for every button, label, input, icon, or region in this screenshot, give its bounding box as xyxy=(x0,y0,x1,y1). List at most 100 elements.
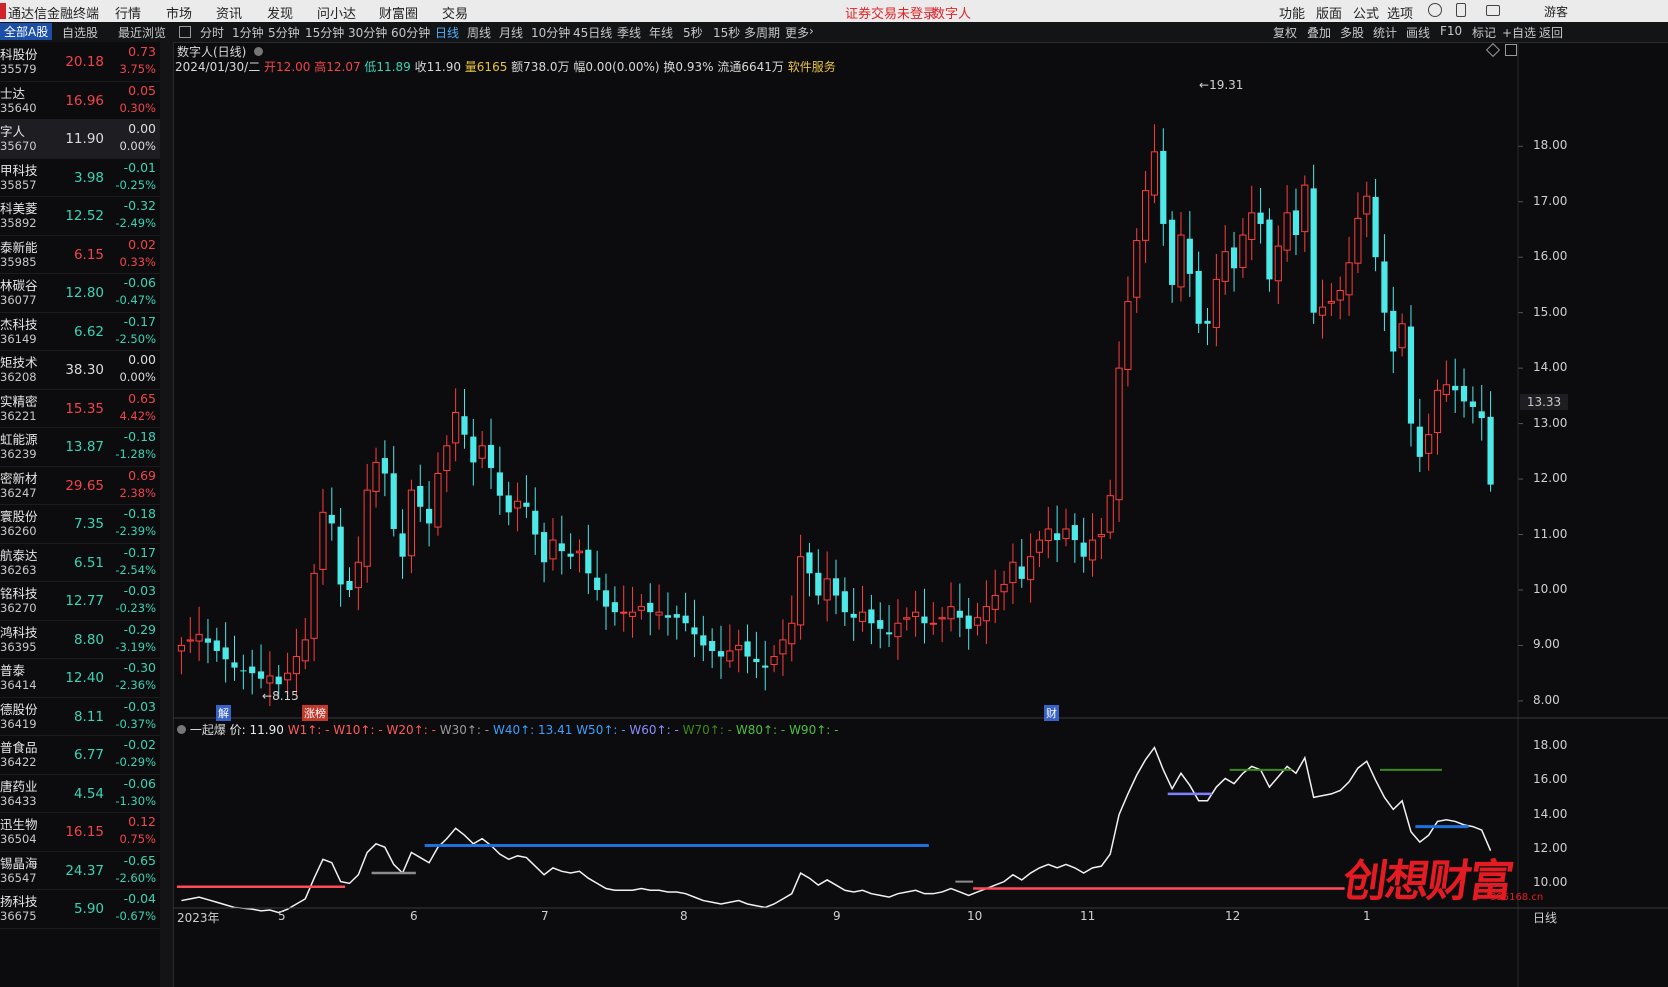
btn-overlay[interactable]: 叠加 xyxy=(1307,24,1331,41)
candle-body xyxy=(319,511,327,570)
menu-item-wealth[interactable]: 财富圈 xyxy=(379,3,418,22)
candle-body xyxy=(1248,212,1256,240)
candle-body xyxy=(973,617,982,626)
watchlist-row[interactable]: 甲科技 35857 3.98 -0.01 -0.25% xyxy=(0,158,160,197)
stock-code: 36504 xyxy=(0,832,37,846)
watchlist-row[interactable]: 杰科技 36149 6.62 -0.17 -2.50% xyxy=(0,312,160,351)
candle-body xyxy=(841,591,848,613)
indicator-name[interactable]: 一起爆 xyxy=(190,723,226,737)
watchlist-row[interactable]: 泰新能 35985 6.15 0.02 0.33% xyxy=(0,235,160,274)
menu-item-trade[interactable]: 交易 xyxy=(442,3,468,22)
watchlist-row[interactable]: 扬科技 36675 5.90 -0.04 -0.67% xyxy=(0,889,160,929)
menu-options[interactable]: 选项 xyxy=(1387,3,1413,22)
watchlist-row[interactable]: 密新材 36247 29.65 0.69 2.38% xyxy=(0,466,160,505)
menu-item-ask[interactable]: 问小达 xyxy=(317,3,356,22)
btn-adjust[interactable]: 复权 xyxy=(1273,24,1297,41)
watchlist-row[interactable]: 唐药业 36433 4.54 -0.06 -1.30% xyxy=(0,774,160,813)
watchlist-row[interactable]: 铭科技 36270 12.77 -0.03 -0.23% xyxy=(0,581,160,621)
candle-body xyxy=(664,615,672,618)
watchlist-row[interactable]: 鸿科技 36395 8.80 -0.29 -3.19% xyxy=(0,620,160,659)
period-5sec[interactable]: 5秒 xyxy=(683,24,703,41)
menu-item-discover[interactable]: 发现 xyxy=(267,3,293,22)
stock-code: 35640 xyxy=(0,100,37,115)
candle-body xyxy=(788,622,796,645)
sidebar-toggle-icon[interactable] xyxy=(179,26,191,38)
period-quarter[interactable]: 季线 xyxy=(617,24,641,41)
indicator-w40: W40↑: 13.41 xyxy=(492,723,573,737)
stock-code: 35892 xyxy=(0,216,37,230)
watchlist-row[interactable]: 虹能源 36239 13.87 -0.18 -1.28% xyxy=(0,427,160,467)
period-daily[interactable]: 日线 xyxy=(435,24,459,41)
mail-icon[interactable] xyxy=(1486,5,1500,16)
btn-stats[interactable]: 统计 xyxy=(1373,24,1397,41)
tab-watchlist[interactable]: 自选股 xyxy=(62,24,98,41)
menu-formula[interactable]: 公式 xyxy=(1353,3,1379,22)
period-45day[interactable]: 45日线 xyxy=(573,24,612,41)
period-15sec[interactable]: 15秒 xyxy=(713,24,740,41)
watchlist-row[interactable]: 林碳谷 36077 12.80 -0.06 -0.47% xyxy=(0,273,160,313)
tab-all-a-shares[interactable]: 全部A股 xyxy=(0,23,53,40)
watchlist-scrollbar[interactable] xyxy=(160,42,173,987)
watchlist-row[interactable]: 科美菱 35892 12.52 -0.32 -2.49% xyxy=(0,196,160,236)
period-multi[interactable]: 多周期 xyxy=(744,24,780,41)
menu-function[interactable]: 功能 xyxy=(1279,3,1305,22)
sub-y-tick-label: 12.00 xyxy=(1533,840,1568,855)
watchlist-row[interactable]: 普泰 36414 12.40 -0.30 -2.36% xyxy=(0,658,160,698)
btn-draw[interactable]: 画线 xyxy=(1406,24,1430,41)
marker-top-gainer[interactable]: 涨榜 xyxy=(302,705,328,721)
chevron-right-icon[interactable]: › xyxy=(809,24,814,38)
candle-body xyxy=(1372,196,1379,258)
watchlist-row[interactable]: 寰股份 36260 7.35 -0.18 -2.39% xyxy=(0,504,160,544)
period-more[interactable]: 更多 xyxy=(785,24,809,41)
candle-body xyxy=(991,595,999,610)
period-1min[interactable]: 1分钟 xyxy=(232,24,264,41)
watchlist-row[interactable]: 实精密 36221 15.35 0.65 4.42% xyxy=(0,389,160,428)
guest-label[interactable]: 游客 xyxy=(1544,3,1568,20)
btn-f10[interactable]: F10 xyxy=(1440,24,1462,38)
stock-change-pct: -2.60% xyxy=(115,870,156,885)
period-monthly[interactable]: 月线 xyxy=(499,24,523,41)
btn-multi-stock[interactable]: 多股 xyxy=(1340,24,1364,41)
stock-change: -0.06 xyxy=(123,775,156,791)
period-60min[interactable]: 60分钟 xyxy=(391,24,430,41)
watchlist-row[interactable]: 德股份 36419 8.11 -0.03 -0.37% xyxy=(0,697,160,736)
stock-name: 普泰 xyxy=(0,663,26,678)
marker-finance[interactable]: 财 xyxy=(1044,705,1059,721)
watchlist-row[interactable]: 航泰达 36263 6.51 -0.17 -2.54% xyxy=(0,543,160,582)
refresh-icon[interactable] xyxy=(1428,3,1442,17)
marker-unlock[interactable]: 解 xyxy=(216,705,231,721)
chevron-down-icon[interactable] xyxy=(177,725,186,734)
period-year[interactable]: 年线 xyxy=(649,24,673,41)
app-logo-icon xyxy=(0,3,6,19)
watchlist-row[interactable]: 士达 35640 16.96 0.05 0.30% xyxy=(0,81,160,120)
menu-item-news[interactable]: 资讯 xyxy=(216,3,242,22)
watchlist-row[interactable]: 锡晶海 36547 24.37 -0.65 -2.60% xyxy=(0,851,160,890)
btn-mark[interactable]: 标记 xyxy=(1472,24,1496,41)
menu-item-market[interactable]: 行情 xyxy=(115,3,141,22)
period-5min[interactable]: 5分钟 xyxy=(268,24,300,41)
candle-body xyxy=(1327,301,1335,304)
tab-recent[interactable]: 最近浏览 xyxy=(118,24,166,41)
phone-icon[interactable] xyxy=(1456,3,1466,17)
menu-layout[interactable]: 版面 xyxy=(1316,3,1342,22)
period-10min[interactable]: 10分钟 xyxy=(531,24,570,41)
watchlist-row[interactable]: 科股份 35579 20.18 0.73 3.75% xyxy=(0,42,160,82)
watchlist-row[interactable]: 字人 35670 11.90 0.00 0.00% xyxy=(0,119,160,159)
candle-body xyxy=(310,572,318,639)
candle-body xyxy=(407,489,416,557)
menu-item-markets[interactable]: 市场 xyxy=(166,3,192,22)
btn-back[interactable]: 返回 xyxy=(1539,24,1563,41)
watchlist-row[interactable]: 矩技术 36208 38.30 0.00 0.00% xyxy=(0,350,160,390)
stock-code: 36221 xyxy=(0,408,37,423)
period-30min[interactable]: 30分钟 xyxy=(348,24,387,41)
btn-add-watch[interactable]: +自选 xyxy=(1502,24,1536,41)
watchlist-row[interactable]: 普食品 36422 6.77 -0.02 -0.29% xyxy=(0,735,160,775)
stock-change-pct: -0.29% xyxy=(115,755,156,769)
period-15min[interactable]: 15分钟 xyxy=(305,24,344,41)
candle-body xyxy=(637,606,645,611)
period-weekly[interactable]: 周线 xyxy=(467,24,491,41)
period-timeshare[interactable]: 分时 xyxy=(200,24,224,41)
watchlist-row[interactable]: 迅生物 36504 16.15 0.12 0.75% xyxy=(0,812,160,852)
footer-period[interactable]: 日线 xyxy=(1533,909,1557,926)
login-warning[interactable]: 证券交易未登录 xyxy=(845,3,936,22)
